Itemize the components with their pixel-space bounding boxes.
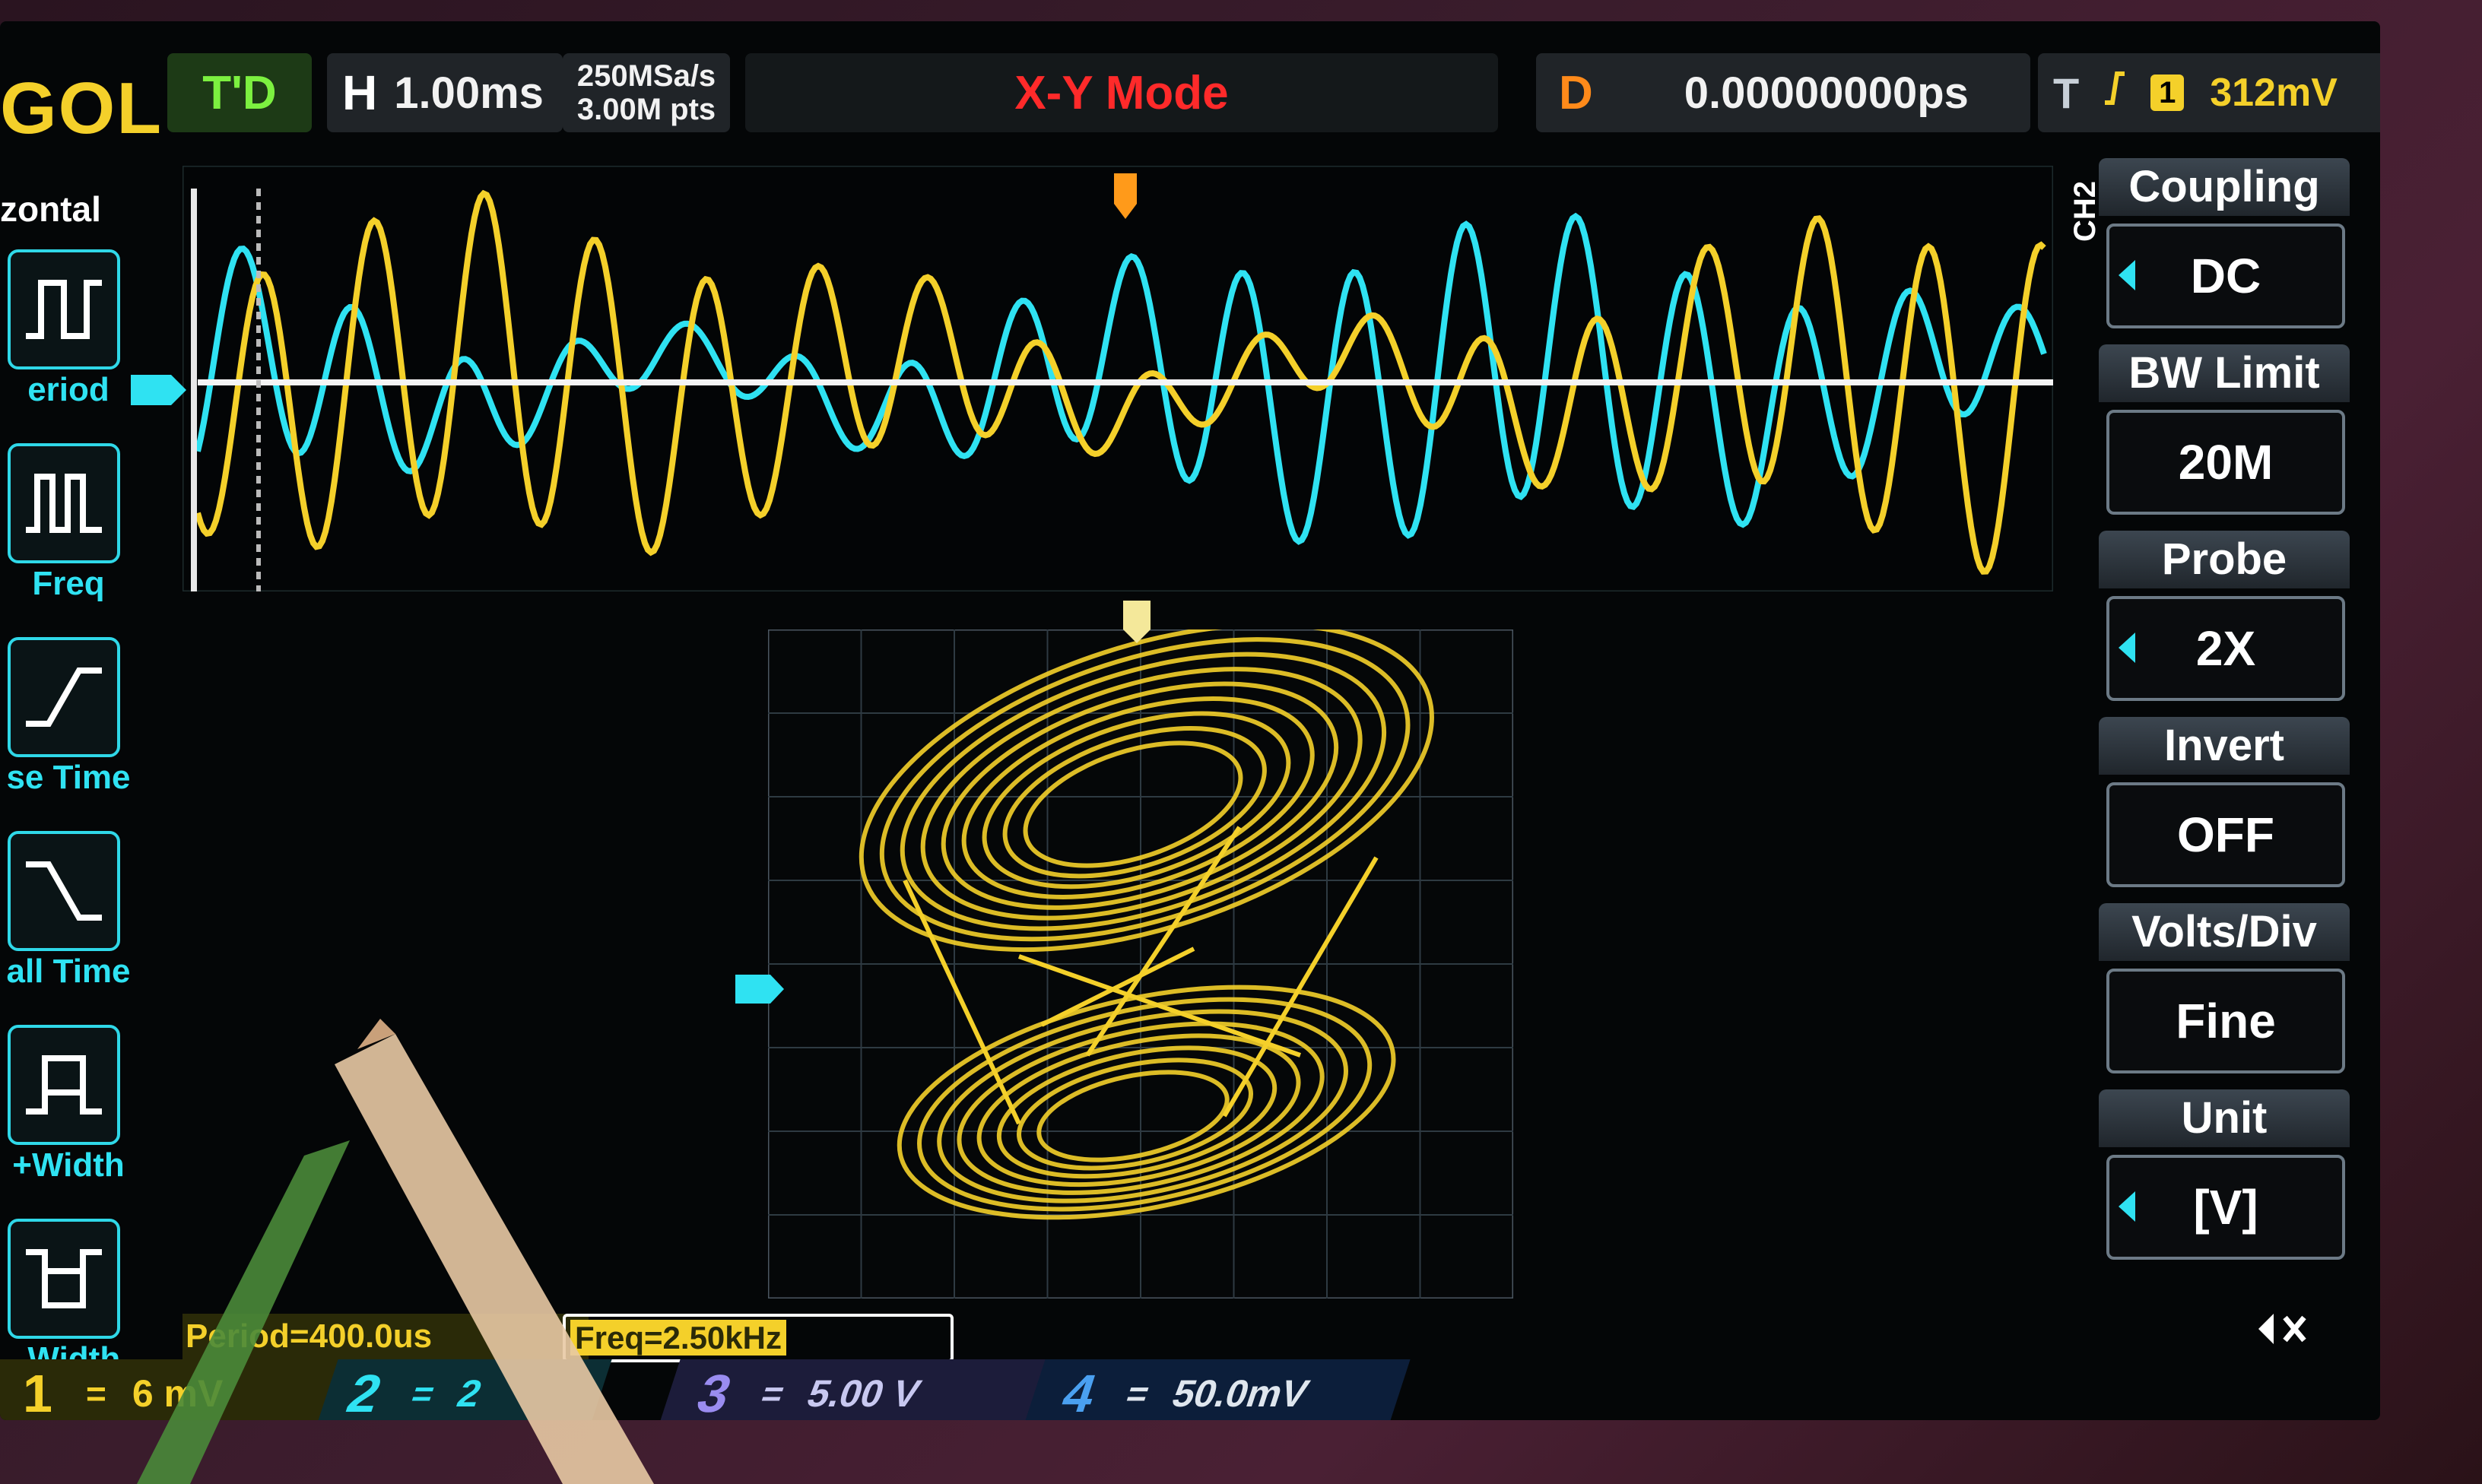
coupling-icon: = (1121, 1374, 1155, 1413)
horizontal-scale-value: 1.00ms (394, 68, 544, 118)
horizontal-scale-box[interactable]: H 1.00ms (327, 53, 563, 132)
softkey-title: Unit (2099, 1089, 2350, 1147)
softkey-title: Invert (2099, 717, 2350, 775)
delay-value: 0.00000000ps (1684, 68, 1969, 118)
channel-scale: 50.0mV (1166, 1372, 1315, 1415)
ch2-status-box[interactable]: 2 = 2 (316, 1359, 612, 1420)
xy-offset-marker (735, 975, 784, 1004)
softkey-title: Volts/Div (2099, 903, 2350, 961)
ch-offset-marker (131, 375, 186, 405)
coupling-icon: = (85, 1374, 106, 1413)
measure-menu-title: zontal (0, 189, 101, 229)
measure-menu: zontal eriod Freq se Time all Time +Widt… (0, 181, 137, 1390)
trigger-level-value: 312mV (2210, 71, 2338, 115)
channel-status-bar: Period=400.0us Freq=2.50kHz 1 = 6 mV 2 =… (0, 1314, 2380, 1420)
measure-item-label: eriod (27, 371, 110, 408)
display-mode-indicator: X-Y Mode (745, 53, 1498, 132)
coupling-softkey[interactable]: Coupling DC (2099, 158, 2350, 337)
channel-number: 2 (340, 1364, 389, 1420)
brand-logo: GOL (0, 68, 163, 149)
measure-item-label: Freq (32, 565, 105, 602)
sample-info-box: 250MSa/s 3.00M pts (563, 53, 730, 132)
measure-item-label: +Width (12, 1146, 125, 1184)
channel-settings-menu: Coupling DC BW Limit 20M Probe 2X Invert… (2084, 158, 2380, 1276)
unit-softkey[interactable]: Unit [V] (2099, 1089, 2350, 1268)
measure-item-label: se Time (6, 759, 131, 796)
period-icon (8, 249, 120, 369)
trigger-box[interactable]: T 1 312mV (2038, 53, 2380, 132)
frequency-icon (8, 443, 120, 563)
volts-div-softkey[interactable]: Volts/Div Fine (2099, 903, 2350, 1082)
softkey-value: DC (2106, 224, 2345, 328)
select-arrow-icon (2119, 1191, 2135, 1222)
channel-number: 1 (23, 1364, 52, 1420)
channel-number: 4 (1055, 1364, 1104, 1420)
positive-width-icon (8, 1025, 120, 1145)
ch1-status-box[interactable]: 1 = 6 mV (0, 1359, 342, 1420)
period-measurement: Period=400.0us (182, 1314, 589, 1359)
softkey-value: 2X (2106, 596, 2345, 701)
trigger-label: T (2053, 68, 2080, 117)
coupling-icon: = (406, 1374, 440, 1413)
probe-softkey[interactable]: Probe 2X (2099, 531, 2350, 709)
select-arrow-icon (2119, 260, 2135, 290)
measure-item-label: all Time (6, 953, 131, 990)
select-arrow-icon (2119, 633, 2135, 663)
measure-item-period[interactable]: eriod (0, 249, 129, 439)
softkey-title: BW Limit (2099, 344, 2350, 402)
channel-number: 3 (690, 1364, 739, 1420)
ch4-status-box[interactable]: 4 = 50.0mV (1023, 1359, 1411, 1420)
xy-trigger-marker (1123, 601, 1151, 643)
softkey-value: 20M (2106, 410, 2345, 515)
horizontal-label: H (342, 65, 378, 120)
frequency-measurement: Freq=2.50kHz (563, 1314, 954, 1362)
channel-scale: 2 (452, 1372, 487, 1415)
softkey-value: [V] (2106, 1155, 2345, 1260)
oscilloscope-screen: GOL T'D H 1.00ms 250MSa/s 3.00M pts X-Y … (0, 21, 2380, 1420)
rise-time-icon (8, 637, 120, 757)
coupling-icon: = (756, 1374, 790, 1413)
channel-scale: 5.00 V (801, 1372, 926, 1415)
xy-display-grid (768, 629, 1513, 1298)
softkey-value: OFF (2106, 782, 2345, 887)
fall-time-icon (8, 831, 120, 951)
rising-edge-icon (2102, 69, 2128, 117)
measure-item-freq[interactable]: Freq (0, 443, 129, 633)
measure-item-positive-width[interactable]: +Width (0, 1025, 129, 1215)
yt-waveform-display (182, 166, 2053, 591)
ch3-status-box[interactable]: 3 = 5.00 V (658, 1359, 1061, 1420)
measure-item-fall-time[interactable]: all Time (0, 831, 131, 1021)
delay-label: D (1559, 66, 1593, 119)
invert-softkey[interactable]: Invert OFF (2099, 717, 2350, 896)
bw-limit-softkey[interactable]: BW Limit 20M (2099, 344, 2350, 523)
measure-item-rise-time[interactable]: se Time (0, 637, 131, 827)
memory-depth: 3.00M pts (576, 93, 716, 126)
sample-rate: 250MSa/s (576, 59, 716, 93)
softkey-title: Probe (2099, 531, 2350, 588)
softkey-value: Fine (2106, 969, 2345, 1073)
frequency-measurement-text: Freq=2.50kHz (570, 1320, 786, 1356)
softkey-title: Coupling (2099, 158, 2350, 216)
channel-scale: 6 mV (132, 1372, 224, 1415)
trigger-status-badge: T'D (167, 53, 312, 132)
trigger-source-badge: 1 (2150, 75, 2185, 111)
delay-box[interactable]: D 0.00000000ps (1536, 53, 2030, 132)
